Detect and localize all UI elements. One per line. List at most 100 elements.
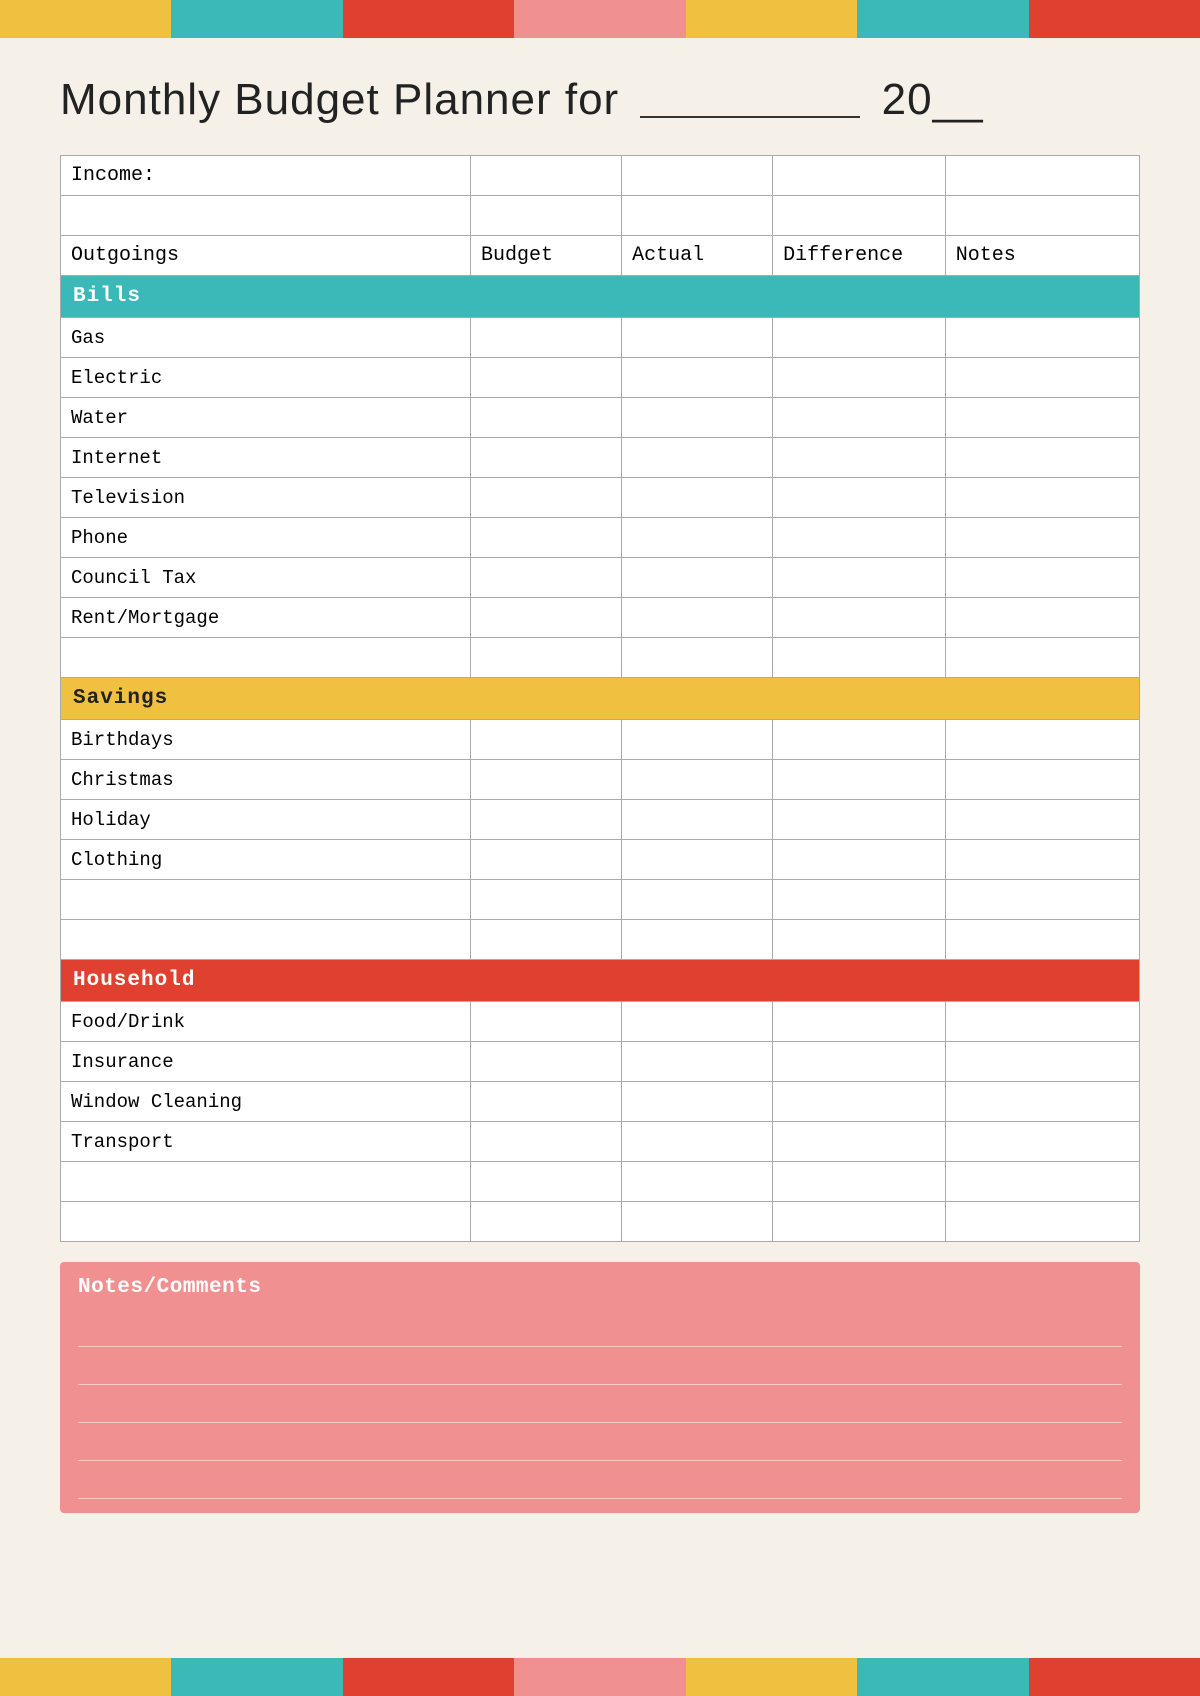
notes-section: Notes/Comments: [60, 1262, 1140, 1513]
page-content: Monthly Budget Planner for 20__ Income: …: [0, 0, 1200, 1696]
title-text-1: Monthly Budget Planner for: [60, 75, 619, 124]
budget-food-drink: [471, 1002, 622, 1042]
income-budget-cell: [471, 156, 622, 196]
title-line: [640, 116, 860, 118]
diff-water: [773, 398, 946, 438]
label-clothing: Clothing: [61, 840, 471, 880]
row-electric: Electric: [61, 358, 1140, 398]
diff-transport: [773, 1122, 946, 1162]
row-window-cleaning: Window Cleaning: [61, 1082, 1140, 1122]
notes-holiday: [945, 800, 1139, 840]
notes-clothing: [945, 840, 1139, 880]
col-actual-header: Actual: [622, 236, 773, 276]
row-gas: Gas: [61, 318, 1140, 358]
actual-water: [622, 398, 773, 438]
col-outgoings-header: Outgoings: [61, 236, 471, 276]
bills-label: Bills: [61, 276, 1140, 318]
notes-television: [945, 478, 1139, 518]
notes-insurance: [945, 1042, 1139, 1082]
bottom-bar-seg-3: [343, 1658, 514, 1696]
diff-gas: [773, 318, 946, 358]
notes-christmas: [945, 760, 1139, 800]
label-electric: Electric: [61, 358, 471, 398]
bottom-bar: [0, 1658, 1200, 1696]
notes-internet: [945, 438, 1139, 478]
notes-line-4: [78, 1423, 1122, 1461]
row-food-drink: Food/Drink: [61, 1002, 1140, 1042]
diff-food-drink: [773, 1002, 946, 1042]
notes-window-cleaning: [945, 1082, 1139, 1122]
income-notes-cell: [945, 156, 1139, 196]
label-phone: Phone: [61, 518, 471, 558]
empty-row-1: [61, 196, 1140, 236]
label-insurance: Insurance: [61, 1042, 471, 1082]
notes-birthdays: [945, 720, 1139, 760]
actual-transport: [622, 1122, 773, 1162]
notes-title: Notes/Comments: [78, 1276, 1122, 1299]
budget-transport: [471, 1122, 622, 1162]
actual-holiday: [622, 800, 773, 840]
notes-line-3: [78, 1385, 1122, 1423]
bottom-bar-seg-7: [1029, 1658, 1200, 1696]
label-transport: Transport: [61, 1122, 471, 1162]
budget-birthdays: [471, 720, 622, 760]
col-budget-header: Budget: [471, 236, 622, 276]
savings-section-header: Savings: [61, 678, 1140, 720]
notes-phone: [945, 518, 1139, 558]
row-transport: Transport: [61, 1122, 1140, 1162]
empty-row-savings-1: [61, 880, 1140, 920]
actual-insurance: [622, 1042, 773, 1082]
diff-window-cleaning: [773, 1082, 946, 1122]
budget-holiday: [471, 800, 622, 840]
row-water: Water: [61, 398, 1140, 438]
col-notes-header: Notes: [945, 236, 1139, 276]
row-council-tax: Council Tax: [61, 558, 1140, 598]
income-label: Income:: [61, 156, 471, 196]
budget-gas: [471, 318, 622, 358]
label-birthdays: Birthdays: [61, 720, 471, 760]
title-text-2: 20: [882, 75, 933, 124]
budget-insurance: [471, 1042, 622, 1082]
notes-electric: [945, 358, 1139, 398]
actual-internet: [622, 438, 773, 478]
notes-lines-container: [78, 1309, 1122, 1499]
label-water: Water: [61, 398, 471, 438]
diff-electric: [773, 358, 946, 398]
diff-council-tax: [773, 558, 946, 598]
notes-rent-mortgage: [945, 598, 1139, 638]
row-insurance: Insurance: [61, 1042, 1140, 1082]
bottom-bar-seg-4: [514, 1658, 685, 1696]
notes-council-tax: [945, 558, 1139, 598]
empty-row-bills: [61, 638, 1140, 678]
bills-section-header: Bills: [61, 276, 1140, 318]
bottom-bar-seg-1: [0, 1658, 171, 1696]
diff-phone: [773, 518, 946, 558]
row-rent-mortgage: Rent/Mortgage: [61, 598, 1140, 638]
notes-food-drink: [945, 1002, 1139, 1042]
bottom-bar-seg-5: [686, 1658, 857, 1696]
budget-table: Income: Outgoings Budget Actual Differen…: [60, 155, 1140, 1242]
col-diff-header: Difference: [773, 236, 946, 276]
bottom-bar-seg-6: [857, 1658, 1028, 1696]
budget-internet: [471, 438, 622, 478]
actual-clothing: [622, 840, 773, 880]
label-rent-mortgage: Rent/Mortgage: [61, 598, 471, 638]
diff-rent-mortgage: [773, 598, 946, 638]
row-internet: Internet: [61, 438, 1140, 478]
title-year-suffix: __: [933, 75, 984, 124]
diff-television: [773, 478, 946, 518]
page-title: Monthly Budget Planner for 20__: [60, 75, 1140, 125]
diff-internet: [773, 438, 946, 478]
diff-holiday: [773, 800, 946, 840]
budget-television: [471, 478, 622, 518]
label-internet: Internet: [61, 438, 471, 478]
budget-window-cleaning: [471, 1082, 622, 1122]
row-christmas: Christmas: [61, 760, 1140, 800]
label-window-cleaning: Window Cleaning: [61, 1082, 471, 1122]
column-headers-row: Outgoings Budget Actual Difference Notes: [61, 236, 1140, 276]
label-television: Television: [61, 478, 471, 518]
budget-rent-mortgage: [471, 598, 622, 638]
income-actual-cell: [622, 156, 773, 196]
bottom-bar-seg-2: [171, 1658, 342, 1696]
empty-row-household-1: [61, 1162, 1140, 1202]
